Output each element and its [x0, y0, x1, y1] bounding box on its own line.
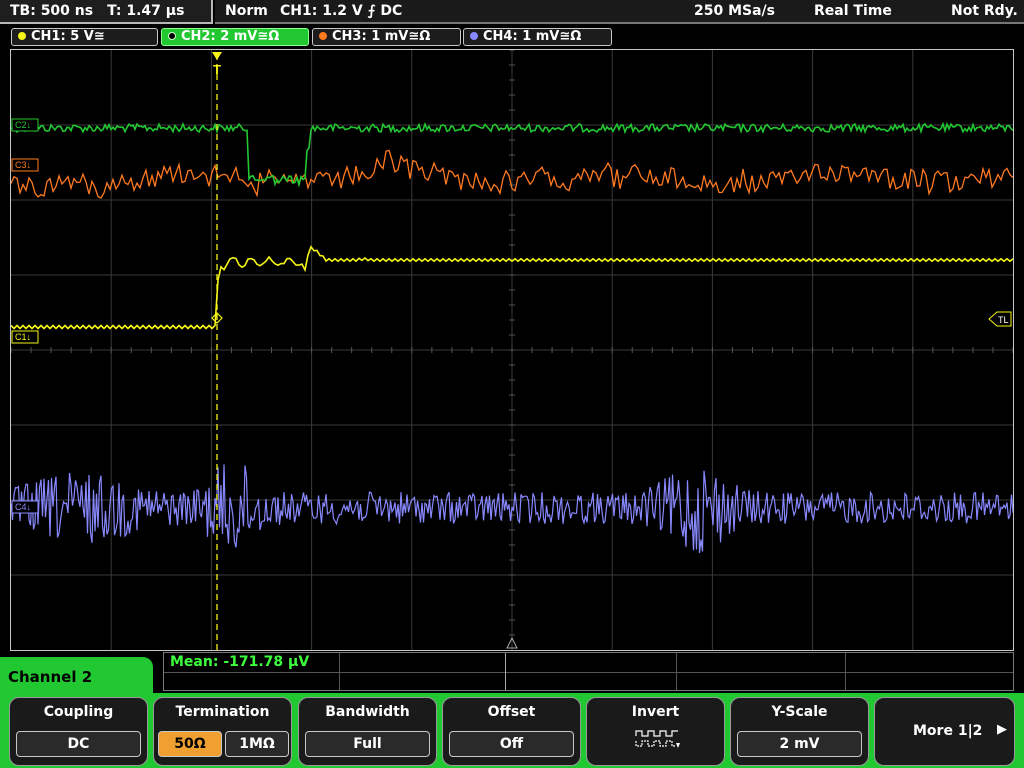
- tab-ch3[interactable]: CH3: 1 mV≅Ω: [312, 28, 461, 46]
- offset-softkey[interactable]: Offset Off: [442, 697, 581, 766]
- trigger-source[interactable]: CH1: 1.2 V ⨍ DC: [280, 0, 402, 22]
- invert-softkey[interactable]: Invert: [586, 697, 725, 766]
- tab-ch2[interactable]: CH2: 2 mV≅Ω: [161, 28, 309, 46]
- graticule-grid: [11, 50, 1013, 650]
- acquisition-mode: Real Time: [814, 3, 892, 19]
- timebase-value: TB: 500 ns: [10, 3, 94, 19]
- more-label: More 1|2: [913, 723, 983, 739]
- ch2-offset-marker: C2↓: [11, 118, 39, 132]
- trigger-marker-label: T: [213, 62, 221, 77]
- termination-softkey[interactable]: Termination 50Ω 1MΩ: [153, 697, 292, 766]
- ch2-label: CH2: 2 mV≅Ω: [181, 29, 280, 44]
- ch1-label: CH1: 5 V≅: [31, 29, 105, 44]
- ch4-label: CH4: 1 mV≅Ω: [483, 29, 582, 44]
- ch4-offset-marker: C4↓: [11, 500, 39, 514]
- status-bar: TB: 500 ns T: 1.47 µs Norm CH1: 1.2 V ⨍ D…: [0, 0, 1024, 26]
- ch1-offset-marker: C1↓: [11, 330, 39, 344]
- tab-ch1[interactable]: CH1: 5 V≅: [11, 28, 158, 46]
- bandwidth-softkey[interactable]: Bandwidth Full: [298, 697, 437, 766]
- yscale-title: Y-Scale: [771, 704, 828, 720]
- trigger-level-label: TL: [998, 315, 1009, 325]
- ch3-offset-marker: C3↓: [11, 158, 39, 172]
- ch4-marker-label: C4↓: [15, 502, 31, 512]
- more-arrow-icon: ▶: [997, 722, 1007, 737]
- ch1-marker-label: C1↓: [15, 332, 31, 342]
- yscale-value[interactable]: 2 mV: [737, 731, 862, 757]
- coupling-softkey[interactable]: Coupling DC: [9, 697, 148, 766]
- invert-waveform-icon: [635, 730, 680, 748]
- termination-50ohm-option[interactable]: 50Ω: [158, 731, 222, 757]
- bandwidth-title: Bandwidth: [325, 704, 410, 720]
- termination-1mohm-option[interactable]: 1MΩ: [225, 731, 289, 757]
- mean-measurement: Mean: -171.78 µV: [170, 654, 310, 670]
- invert-title: Invert: [631, 704, 680, 720]
- timebase-readout[interactable]: TB: 500 ns T: 1.47 µs: [0, 0, 213, 24]
- acquisition-status: Norm CH1: 1.2 V ⨍ DC 250 MSa/s Real Time…: [215, 0, 1024, 24]
- waveform-canvas: T C2↓ C3↓ C1↓ C4↓ TL: [11, 50, 1013, 650]
- bandwidth-value[interactable]: Full: [305, 731, 430, 757]
- trigger-mode[interactable]: Norm: [225, 0, 268, 22]
- ch2-color-dot: [168, 32, 176, 40]
- offset-title: Offset: [487, 704, 536, 720]
- trigger-time-value: T: 1.47 µs: [107, 3, 185, 19]
- tab-ch4[interactable]: CH4: 1 mV≅Ω: [463, 28, 612, 46]
- sample-rate: 250 MSa/s: [694, 3, 776, 19]
- trigger-level-marker: TL: [988, 311, 1012, 327]
- ch3-color-dot: [319, 32, 327, 40]
- more-softkey[interactable]: More 1|2 ▶: [874, 697, 1015, 766]
- termination-title: Termination: [175, 704, 270, 720]
- ch2-marker-label: C2↓: [15, 120, 31, 130]
- trigger-status: Not Rdy.: [951, 3, 1018, 19]
- ch1-color-dot: [18, 32, 26, 40]
- measurement-panel[interactable]: Mean: -171.78 µV: [163, 652, 1014, 691]
- coupling-title: Coupling: [43, 704, 114, 720]
- coupling-value[interactable]: DC: [16, 731, 141, 757]
- ch4-color-dot: [470, 32, 478, 40]
- trigger-position-marker: T: [212, 52, 222, 77]
- yscale-softkey[interactable]: Y-Scale 2 mV: [730, 697, 869, 766]
- ch3-marker-label: C3↓: [15, 160, 31, 170]
- ch3-label: CH3: 1 mV≅Ω: [332, 29, 431, 44]
- waveform-display[interactable]: T C2↓ C3↓ C1↓ C4↓ TL: [10, 49, 1014, 651]
- offset-value[interactable]: Off: [449, 731, 574, 757]
